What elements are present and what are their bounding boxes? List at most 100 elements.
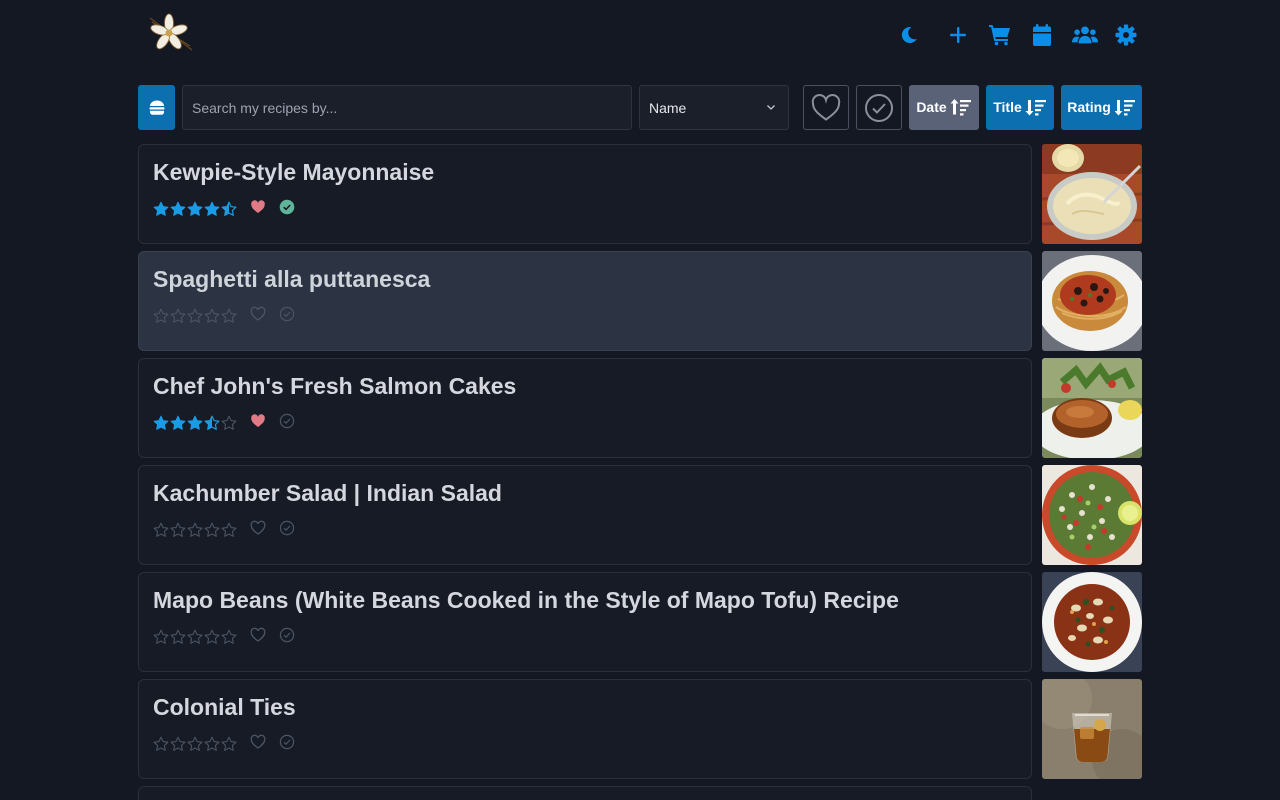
recipe-meta [153,520,295,541]
recipe-card[interactable]: Colonial Ties [138,679,1032,779]
star-rating[interactable] [153,629,237,645]
star-rating[interactable] [153,415,237,431]
sort-descending-icon [1025,99,1046,115]
star-icon[interactable] [204,629,220,645]
recipe-title[interactable]: Kachumber Salad | Indian Salad [153,480,502,507]
recipe-card[interactable]: Kachumber Salad | Indian Salad [138,465,1032,565]
check-circle-outline-icon [865,93,893,122]
recipe-meta [153,734,295,755]
star-icon[interactable] [204,201,220,217]
made-check-icon[interactable] [279,520,295,541]
shopping-list-button[interactable] [987,22,1013,48]
favorite-heart-icon[interactable] [250,627,266,648]
star-icon[interactable] [187,522,203,538]
star-icon[interactable] [170,201,186,217]
recipe-title[interactable]: Mapo Beans (White Beans Cooked in the St… [153,587,899,614]
made-filter-button[interactable] [856,85,902,130]
search-input[interactable] [182,85,632,130]
app: Name Date Title Rating Kewpie-Style Mayo… [0,0,1280,800]
star-rating[interactable] [153,522,237,538]
star-rating[interactable] [153,201,237,217]
star-icon[interactable] [204,415,220,431]
made-check-icon[interactable] [279,627,295,648]
recipe-title[interactable]: Chef John's Fresh Salmon Cakes [153,373,516,400]
settings-button[interactable] [1113,22,1139,48]
recipe-row-partial[interactable] [138,786,1032,800]
star-icon[interactable] [187,415,203,431]
star-icon[interactable] [170,522,186,538]
recipe-row[interactable]: Colonial Ties [138,679,1142,779]
star-icon[interactable] [153,308,169,324]
star-icon[interactable] [153,736,169,752]
made-check-icon[interactable] [279,199,295,220]
recipe-image-spaghetti[interactable] [1042,251,1142,351]
recipe-image-cocktail[interactable] [1042,679,1142,779]
toolbar: Name Date Title Rating [138,85,1142,130]
favorite-heart-icon[interactable] [250,734,266,755]
star-icon[interactable] [187,308,203,324]
recipe-image-mayonnaise[interactable] [1042,144,1142,244]
recipe-row[interactable]: Kewpie-Style Mayonnaise [138,144,1142,244]
star-icon[interactable] [170,308,186,324]
star-rating[interactable] [153,736,237,752]
recipe-title[interactable]: Kewpie-Style Mayonnaise [153,159,434,186]
recipe-title[interactable]: Spaghetti alla puttanesca [153,266,430,293]
recipe-card[interactable]: Chef John's Fresh Salmon Cakes [138,358,1032,458]
recipe-card[interactable]: Kewpie-Style Mayonnaise [138,144,1032,244]
recipe-row[interactable]: Kachumber Salad | Indian Salad [138,465,1142,565]
favorite-heart-icon[interactable] [250,413,266,434]
made-check-icon[interactable] [279,734,295,755]
star-icon[interactable] [204,308,220,324]
star-icon[interactable] [153,415,169,431]
star-icon[interactable] [187,629,203,645]
recipe-title[interactable]: Colonial Ties [153,694,296,721]
sort-date-label: Date [916,98,947,115]
recipe-meta [153,413,295,434]
meal-plan-button[interactable] [1029,22,1055,48]
star-icon[interactable] [170,415,186,431]
dark-mode-toggle[interactable] [896,22,922,48]
recipe-image-mapo-beans[interactable] [1042,572,1142,672]
star-icon[interactable] [204,736,220,752]
favorite-heart-icon[interactable] [250,306,266,327]
star-icon[interactable] [187,736,203,752]
recipe-meta [153,627,295,648]
star-icon[interactable] [221,201,237,217]
star-icon[interactable] [153,522,169,538]
star-icon[interactable] [204,522,220,538]
favorites-filter-button[interactable] [803,85,849,130]
star-icon[interactable] [187,201,203,217]
star-icon[interactable] [221,522,237,538]
star-icon[interactable] [153,201,169,217]
recipe-row[interactable]: Chef John's Fresh Salmon Cakes [138,358,1142,458]
recipe-meta [153,199,295,220]
star-icon[interactable] [221,629,237,645]
add-recipe-button[interactable] [945,22,971,48]
recipe-row[interactable]: Mapo Beans (White Beans Cooked in the St… [138,572,1142,672]
recipe-image-salmon-cake[interactable] [1042,358,1142,458]
favorite-heart-icon[interactable] [250,199,266,220]
star-rating[interactable] [153,308,237,324]
chevron-down-icon [767,105,775,110]
sort-rating-button[interactable]: Rating [1061,85,1142,130]
users-button[interactable] [1072,22,1098,48]
star-icon[interactable] [221,308,237,324]
made-check-icon[interactable] [279,413,295,434]
logo-flower-icon[interactable] [142,12,198,54]
made-check-icon[interactable] [279,306,295,327]
sort-date-button[interactable]: Date [909,85,979,130]
recipe-card[interactable]: Spaghetti alla puttanesca [138,251,1032,351]
sort-title-button[interactable]: Title [986,85,1054,130]
menu-button[interactable] [138,85,175,130]
recipe-card[interactable]: Mapo Beans (White Beans Cooked in the St… [138,572,1032,672]
star-icon[interactable] [153,629,169,645]
star-icon[interactable] [221,736,237,752]
star-icon[interactable] [170,736,186,752]
star-icon[interactable] [170,629,186,645]
recipe-row[interactable]: Spaghetti alla puttanesca [138,251,1142,351]
favorite-heart-icon[interactable] [250,520,266,541]
recipe-image-salad[interactable] [1042,465,1142,565]
sort-field-select[interactable]: Name [639,85,789,130]
moon-icon [901,27,917,44]
star-icon[interactable] [221,415,237,431]
